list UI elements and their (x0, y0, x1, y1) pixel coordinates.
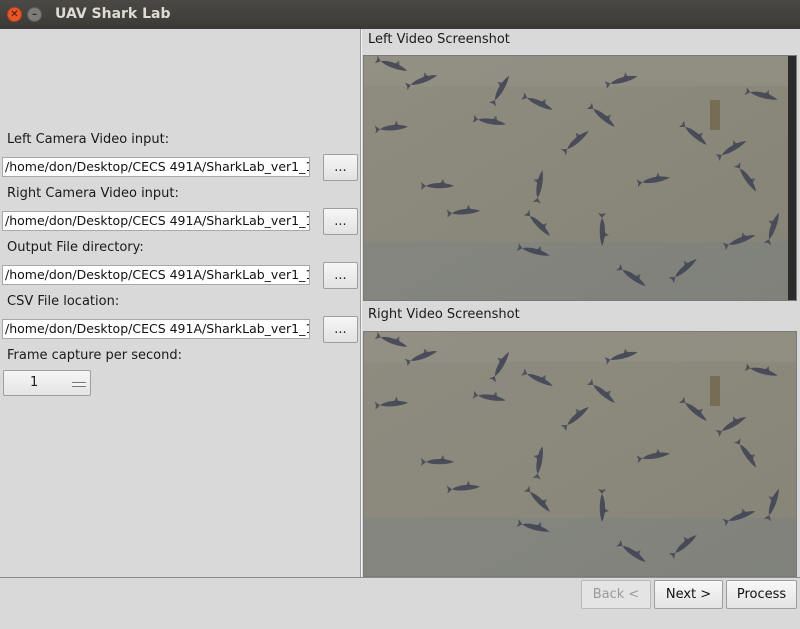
close-icon[interactable]: ✕ (7, 7, 22, 22)
right-camera-label: Right Camera Video input: (7, 186, 179, 201)
csv-location-browse-button[interactable]: ... (323, 316, 358, 343)
back-button[interactable]: Back < (581, 580, 651, 609)
output-directory-label: Output File directory: (7, 240, 144, 255)
title-bar: ✕ – UAV Shark Lab (0, 0, 800, 29)
spinner-handle-icon[interactable] (72, 382, 86, 387)
right-video-image (364, 332, 796, 576)
csv-location-input[interactable]: /home/don/Desktop/CECS 491A/SharkLab_ver… (2, 319, 310, 339)
panel-divider-highlight (361, 29, 362, 577)
window-title: UAV Shark Lab (55, 6, 171, 22)
right-camera-browse-button[interactable]: ... (323, 208, 358, 235)
left-video-image (364, 56, 796, 300)
minimize-icon[interactable]: – (27, 7, 42, 22)
csv-location-label: CSV File location: (7, 294, 120, 309)
next-button[interactable]: Next > (654, 580, 723, 609)
right-video-screenshot (363, 331, 797, 577)
right-video-title: Right Video Screenshot (368, 307, 520, 322)
footer-divider (0, 577, 800, 578)
left-camera-label: Left Camera Video input: (7, 132, 170, 147)
left-video-screenshot (363, 55, 797, 301)
left-camera-path-input[interactable]: /home/don/Desktop/CECS 491A/SharkLab_ver… (2, 157, 310, 177)
output-directory-browse-button[interactable]: ... (323, 262, 358, 289)
fps-value: 1 (30, 375, 39, 390)
process-button[interactable]: Process (726, 580, 797, 609)
fps-label: Frame capture per second: (7, 348, 182, 363)
left-camera-browse-button[interactable]: ... (323, 154, 358, 181)
fps-spinner[interactable]: 1 (3, 370, 91, 396)
right-camera-path-input[interactable]: /home/don/Desktop/CECS 491A/SharkLab_ver… (2, 211, 310, 231)
input-settings-panel: Left Camera Video input: /home/don/Deskt… (0, 29, 361, 577)
output-directory-input[interactable]: /home/don/Desktop/CECS 491A/SharkLab_ver… (2, 265, 310, 285)
left-video-title: Left Video Screenshot (368, 32, 510, 47)
